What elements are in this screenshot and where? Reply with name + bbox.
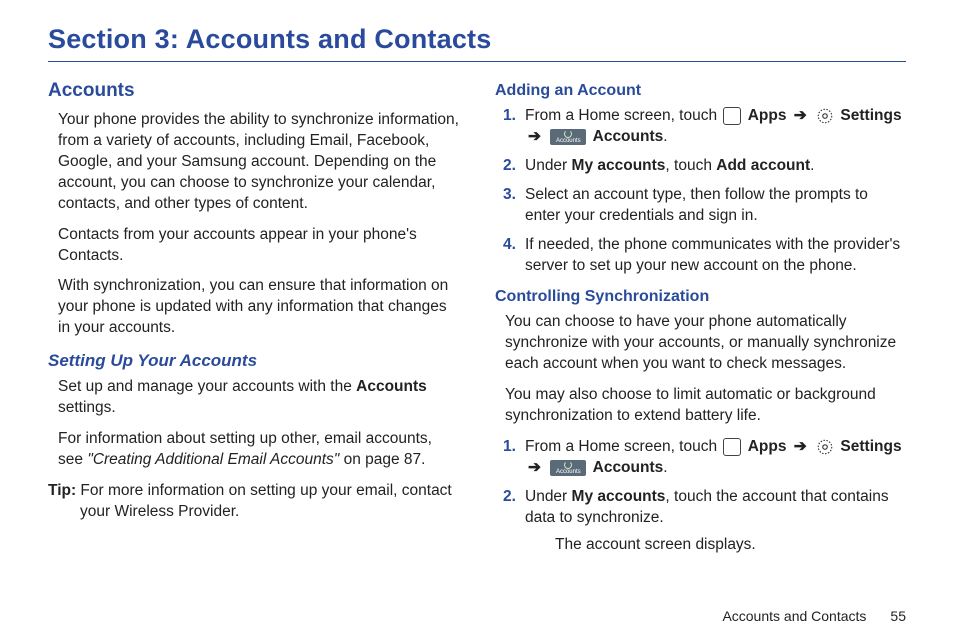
setting-up-heading: Setting Up Your Accounts [48, 351, 459, 371]
step-number: 1. [495, 437, 525, 479]
controlling-sync-steps: 1. From a Home screen, touch Apps ➔ Sett… [495, 437, 906, 556]
page-container: Section 3: Accounts and Contacts Account… [0, 0, 954, 580]
step-item: 1. From a Home screen, touch Apps ➔ Sett… [495, 106, 906, 148]
step-item: 2. Under My accounts, touch the account … [495, 487, 906, 556]
page-footer: Accounts and Contacts 55 [722, 608, 906, 624]
step-number: 2. [495, 156, 525, 177]
controlling-sync-heading: Controlling Synchronization [495, 288, 906, 306]
arrow-icon: ➔ [794, 438, 807, 455]
step-result-text: The account screen displays. [555, 535, 906, 556]
step-number: 2. [495, 487, 525, 556]
apps-icon [723, 438, 741, 456]
arrow-icon: ➔ [528, 459, 541, 476]
adding-account-heading: Adding an Account [495, 82, 906, 100]
footer-section-name: Accounts and Contacts [722, 608, 866, 624]
right-column: Adding an Account 1. From a Home screen,… [495, 80, 906, 568]
arrow-icon: ➔ [528, 128, 541, 145]
section-title: Section 3: Accounts and Contacts [48, 24, 906, 62]
accounts-para-2: Contacts from your accounts appear in yo… [58, 225, 459, 267]
accounts-heading: Accounts [48, 80, 459, 102]
step-item: 1. From a Home screen, touch Apps ➔ Sett… [495, 437, 906, 479]
left-column: Accounts Your phone provides the ability… [48, 80, 459, 568]
accounts-icon: Accounts [550, 129, 586, 145]
tip-paragraph: Tip: For more information on setting up … [48, 481, 459, 523]
sync-para-1: You can choose to have your phone automa… [505, 312, 906, 375]
step-item: 4. If needed, the phone communicates wit… [495, 235, 906, 277]
page-number: 55 [890, 608, 906, 624]
cross-reference-link: "Creating Additional Email Accounts" [87, 451, 339, 468]
step-number: 4. [495, 235, 525, 277]
adding-account-steps: 1. From a Home screen, touch Apps ➔ Sett… [495, 106, 906, 276]
step-number: 1. [495, 106, 525, 148]
two-column-layout: Accounts Your phone provides the ability… [48, 80, 906, 568]
accounts-icon: Accounts [550, 460, 586, 476]
step-item: 3. Select an account type, then follow t… [495, 185, 906, 227]
setup-para-2: For information about setting up other, … [58, 429, 459, 471]
accounts-para-3: With synchronization, you can ensure tha… [58, 276, 459, 339]
accounts-para-1: Your phone provides the ability to synch… [58, 110, 459, 215]
settings-icon [816, 438, 834, 456]
tip-label: Tip: [48, 482, 76, 499]
settings-icon [816, 107, 834, 125]
step-number: 3. [495, 185, 525, 227]
apps-icon [723, 107, 741, 125]
setup-para-1: Set up and manage your accounts with the… [58, 377, 459, 419]
step-item: 2. Under My accounts, touch Add account. [495, 156, 906, 177]
arrow-icon: ➔ [794, 107, 807, 124]
sync-para-2: You may also choose to limit automatic o… [505, 385, 906, 427]
